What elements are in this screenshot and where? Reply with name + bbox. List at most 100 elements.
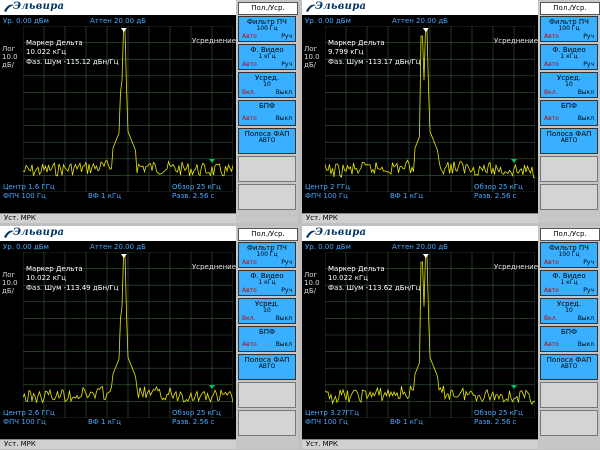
marker-frequency: 10.022 кГц <box>26 48 66 56</box>
video-filter-button[interactable]: Ф. Видео 1 кГц Авто Руч <box>540 270 598 296</box>
average-button[interactable]: Усред. 10 Вкл. Выкл <box>238 72 296 98</box>
empty-softkey[interactable] <box>540 156 598 182</box>
menu-title[interactable]: Пол./Уср. <box>540 228 600 241</box>
empty-softkey[interactable] <box>540 382 598 408</box>
marker-title: Маркер Дельта <box>328 265 385 273</box>
ref-level: Ур. 0.00 дБм <box>305 17 351 25</box>
pll-band-button[interactable]: Полоса ФАП АВТО <box>540 128 598 154</box>
empty-softkey[interactable] <box>238 382 296 408</box>
vbw: ВФ 1 кГц <box>390 418 423 426</box>
empty-softkey[interactable] <box>540 410 598 436</box>
empty-softkey[interactable] <box>238 410 296 436</box>
pll-band-button[interactable]: Полоса ФАП АВТО <box>238 354 296 380</box>
brand-logo: Эльвира <box>3 227 67 239</box>
status-bar: Уст. МРК <box>302 439 538 449</box>
center-frequency: Центр 2.6 ГГц <box>3 409 55 417</box>
average-button[interactable]: Усред. 10 Вкл. Выкл <box>238 298 296 324</box>
on-option: Авто <box>544 61 559 68</box>
scale-value: 10.0 <box>304 279 320 287</box>
attenuation: Аттен 20.00 дБ <box>90 243 146 251</box>
marker-reference-icon <box>422 254 429 258</box>
marker-symbols <box>422 254 517 389</box>
on-option: Авто <box>242 33 257 40</box>
scale-value: 10.0 <box>2 279 18 287</box>
button-value: 1 кГц <box>560 53 578 60</box>
phase-noise: Фаз. Шум -115.12 дБн/Гц <box>26 58 119 66</box>
video-filter-button[interactable]: Ф. Видео 1 кГц Авто Руч <box>238 270 296 296</box>
button-value: 10 <box>263 81 271 88</box>
scale-unit: дБ/ <box>304 287 317 295</box>
attenuation: Аттен 20.00 дБ <box>90 17 146 25</box>
on-option: Авто <box>242 259 257 266</box>
header-bar: Эльвира <box>0 0 236 16</box>
softkey-menu: Пол./Уср. Фильтр ПЧ 100 Гц Авто Руч Ф. В… <box>538 0 600 223</box>
center-frequency: Центр 2 ГГц <box>305 183 351 191</box>
scale-value: 10.0 <box>2 53 18 61</box>
ref-level: Ур. 0.00 дБм <box>3 17 49 25</box>
brand-logo: Эльвира <box>305 1 369 13</box>
log-label: Лог <box>2 271 16 279</box>
status-bar: Уст. МРК <box>0 439 236 449</box>
phase-noise: Фаз. Шум -113.17 дБн/Гц <box>328 58 421 66</box>
off-option: Выкл <box>577 315 594 322</box>
video-filter-button[interactable]: Ф. Видео 1 кГц Авто Руч <box>540 44 598 70</box>
on-option: Авто <box>544 115 559 122</box>
brand-name: Эльвира <box>13 1 65 12</box>
pll-band-button[interactable]: Полоса ФАП АВТО <box>238 128 296 154</box>
average-button[interactable]: Усред. 10 Вкл. Выкл <box>540 72 598 98</box>
average-button[interactable]: Усред. 10 Вкл. Выкл <box>540 298 598 324</box>
analyzer-panel: Эльвира Ур. 0.00 дБм Аттен 20.00 дБ Лог … <box>302 226 600 449</box>
fft-button[interactable]: БПФ Авто Выкл <box>540 100 598 126</box>
off-option: Руч <box>583 259 594 266</box>
on-option: Вкл. <box>242 315 256 322</box>
button-label: БПФ <box>560 328 578 336</box>
marker-title: Маркер Дельта <box>328 39 385 47</box>
menu-title[interactable]: Пол./Уср. <box>238 2 298 15</box>
off-option: Руч <box>281 287 292 294</box>
marker-reference-icon <box>422 28 429 32</box>
rbw: ФПЧ 100 Гц <box>305 418 348 426</box>
ref-level: Ур. 0.00 дБм <box>305 243 351 251</box>
averaging-label: Усреднение <box>494 263 539 271</box>
video-filter-button[interactable]: Ф. Видео 1 кГц Авто Руч <box>238 44 296 70</box>
vbw: ВФ 1 кГц <box>88 418 121 426</box>
marker-reference-icon <box>120 28 127 32</box>
fft-button[interactable]: БПФ Авто Выкл <box>238 100 296 126</box>
button-value: 100 Гц <box>256 251 278 258</box>
scale-unit: дБ/ <box>304 61 317 69</box>
if-filter-button[interactable]: Фильтр ПЧ 100 Гц Авто Руч <box>238 242 296 268</box>
menu-title[interactable]: Пол./Уср. <box>540 2 600 15</box>
header-bar: Эльвира <box>302 0 538 16</box>
sweep-time: Разв. 2.56 с <box>474 192 517 200</box>
phase-noise: Фаз. Шум -113.62 дБн/Гц <box>328 284 421 292</box>
off-option: Руч <box>281 61 292 68</box>
empty-softkey[interactable] <box>238 156 296 182</box>
fft-button[interactable]: БПФ Авто Выкл <box>540 326 598 352</box>
button-value: АВТО <box>560 363 578 370</box>
off-option: Руч <box>281 259 292 266</box>
pll-band-button[interactable]: Полоса ФАП АВТО <box>540 354 598 380</box>
if-filter-button[interactable]: Фильтр ПЧ 100 Гц Авто Руч <box>540 242 598 268</box>
scale-unit: дБ/ <box>2 61 15 69</box>
marker-title: Маркер Дельта <box>26 39 83 47</box>
on-option: Авто <box>242 341 257 348</box>
softkey-menu: Пол./Уср. Фильтр ПЧ 100 Гц Авто Руч Ф. В… <box>236 0 298 223</box>
rbw: ФПЧ 100 Гц <box>305 192 348 200</box>
menu-title[interactable]: Пол./Уср. <box>238 228 298 241</box>
empty-softkey[interactable] <box>238 184 296 210</box>
sweep-time: Разв. 2.56 с <box>172 192 215 200</box>
if-filter-button[interactable]: Фильтр ПЧ 100 Гц Авто Руч <box>540 16 598 42</box>
if-filter-button[interactable]: Фильтр ПЧ 100 Гц Авто Руч <box>238 16 296 42</box>
center-frequency: Центр 3.27ГГц <box>305 409 359 417</box>
status-text: Уст. МРК <box>306 214 338 222</box>
fft-button[interactable]: БПФ Авто Выкл <box>238 326 296 352</box>
spectrum-screen: Ур. 0.00 дБм Аттен 20.00 дБ Лог 10.0 дБ/… <box>0 241 236 439</box>
empty-softkey[interactable] <box>540 184 598 210</box>
scale-value: 10.0 <box>304 53 320 61</box>
attenuation: Аттен 20.00 дБ <box>392 243 448 251</box>
vbw: ВФ 1 кГц <box>88 192 121 200</box>
log-label: Лог <box>304 271 318 279</box>
rbw: ФПЧ 100 Гц <box>3 418 46 426</box>
status-text: Уст. МРК <box>4 440 36 448</box>
analyzer-screens: Эльвира Ур. 0.00 дБм Аттен 20.00 дБ Лог … <box>0 0 600 450</box>
